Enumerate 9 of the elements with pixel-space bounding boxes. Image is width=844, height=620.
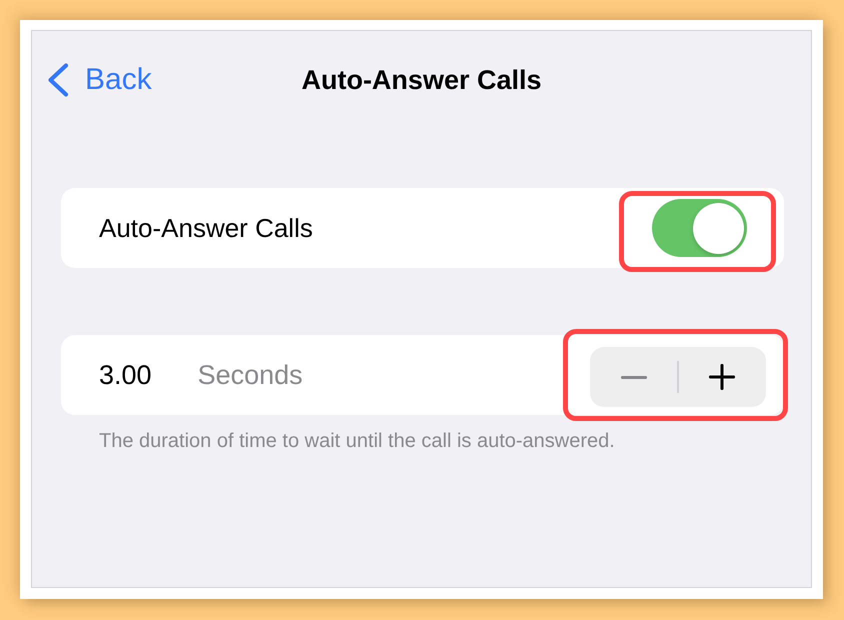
unit-label: Seconds xyxy=(198,360,303,390)
stepper-value: 3.00 xyxy=(99,360,152,390)
chevron-left-icon xyxy=(47,63,69,97)
minus-icon xyxy=(620,376,647,378)
plus-icon xyxy=(709,364,736,390)
footer-note: The duration of time to wait until the call is auto-answered. xyxy=(99,429,616,453)
page-title: Auto-Answer Calls xyxy=(301,64,542,97)
back-button[interactable]: Back xyxy=(47,62,152,98)
setting-label: Auto-Answer Calls xyxy=(99,212,313,244)
